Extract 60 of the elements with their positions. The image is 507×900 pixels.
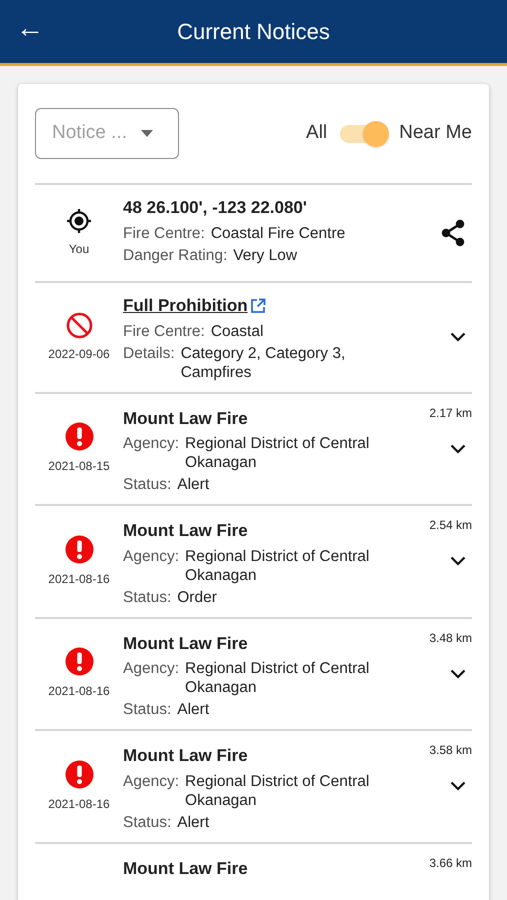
chevron-down-icon[interactable] xyxy=(450,668,466,679)
field-value: Alert xyxy=(177,812,210,832)
chevron-down-icon[interactable] xyxy=(450,781,466,792)
location-label: You xyxy=(68,241,90,258)
toggle-label: Near Me xyxy=(399,121,472,146)
field-label: Status: xyxy=(123,475,172,494)
crosshair-icon xyxy=(66,208,92,234)
chevron-down-icon[interactable] xyxy=(450,444,466,454)
field-value: Coastal xyxy=(210,322,264,340)
external-link-icon[interactable] xyxy=(250,298,266,314)
field-value: Coastal Fire Centre xyxy=(210,224,346,242)
field-label: Agency: xyxy=(123,434,180,454)
notice-title: 48 26.100', -123 22.080' xyxy=(123,197,308,219)
notice-link[interactable]: Full Prohibition xyxy=(123,293,248,318)
field-value: Category 2, Category 3, Campfires xyxy=(180,344,346,382)
notice-title: Mount Law Fire xyxy=(123,520,249,542)
notice-title: Mount Law Fire xyxy=(123,632,249,654)
field-label: Agency: xyxy=(123,546,180,566)
notice-date: 2021-08-16 xyxy=(48,570,110,588)
distance-label: 3.66 km xyxy=(429,854,472,872)
field-value: Regional District of Central Okanagan xyxy=(185,772,370,810)
notice-date: 2021-08-16 xyxy=(48,683,110,700)
chevron-down-icon[interactable] xyxy=(450,556,466,566)
notice-date: 2021-08-15 xyxy=(48,458,110,476)
field-value: Alert xyxy=(177,475,210,494)
notice-date: 2022-09-06 xyxy=(48,346,110,363)
field-value: Regional District of Central Okanagan xyxy=(185,434,370,472)
notice-title: Mount Law Fire xyxy=(123,745,249,767)
field-value: Regional District of Central Okanagan xyxy=(185,659,370,697)
distance-label: 2.54 km xyxy=(429,517,472,534)
distance-label: 3.48 km xyxy=(429,630,472,646)
field-label: Details: xyxy=(123,344,175,364)
alert-icon xyxy=(64,534,94,564)
notice-title: Mount Law Fire xyxy=(123,858,249,880)
alert-icon xyxy=(64,760,94,789)
field-value: Alert xyxy=(177,700,210,719)
field-value: Very Low xyxy=(233,246,298,264)
field-label: Fire Centre: xyxy=(123,224,205,242)
distance-label: 3.58 km xyxy=(429,742,472,759)
alert-icon xyxy=(64,647,94,676)
notice-date: 2021-08-16 xyxy=(48,796,110,813)
share-icon[interactable] xyxy=(440,219,466,247)
chevron-down-icon[interactable] xyxy=(450,332,466,342)
notice-title: Mount Law Fire xyxy=(123,408,249,430)
field-label: Status: xyxy=(123,812,172,832)
field-label: Status: xyxy=(123,588,172,606)
field-label: Agency: xyxy=(123,659,180,679)
alert-icon xyxy=(64,422,94,452)
field-label: Agency: xyxy=(123,772,180,792)
caret-icon xyxy=(140,130,153,137)
header-title: Current Notices xyxy=(177,18,330,46)
prohibited-icon xyxy=(66,312,92,339)
field-label: Fire Centre: xyxy=(123,322,205,340)
field-value: Order xyxy=(177,588,217,606)
field-value: Regional District of Central Okanagan xyxy=(185,546,370,584)
toggle-label: All xyxy=(306,121,328,146)
field-label: Danger Rating: xyxy=(123,246,228,264)
field-label: Status: xyxy=(123,700,172,719)
distance-label: 2.17 km xyxy=(429,404,472,422)
back-button[interactable]: ← xyxy=(12,14,48,42)
